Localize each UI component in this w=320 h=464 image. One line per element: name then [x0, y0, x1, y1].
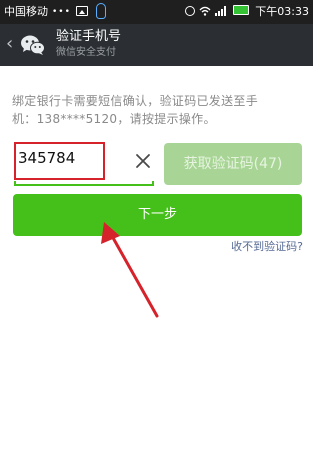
page-subtitle: 微信安全支付 — [56, 47, 116, 58]
signal-icon — [215, 6, 227, 16]
description-line-2: 机：138****5120，请按提示操作。 — [12, 112, 216, 126]
wechat-logo-icon[interactable] — [20, 32, 46, 58]
description-line-1: 绑定银行卡需要短信确认，验证码已发送至手 — [12, 94, 259, 108]
qq-icon — [96, 3, 106, 19]
get-code-button[interactable]: 获取验证码(47) — [164, 143, 302, 185]
status-time: 下午03:33 — [255, 5, 309, 18]
annotation-highlight-box — [14, 142, 105, 180]
next-button[interactable]: 下一步 — [13, 194, 302, 236]
main-content: 绑定银行卡需要短信确认，验证码已发送至手 机：138****5120，请按提示操… — [0, 66, 313, 464]
input-underline — [14, 181, 154, 186]
signal-dots: ••• — [52, 7, 71, 17]
page-title: 验证手机号 — [56, 29, 122, 44]
back-button[interactable]: ‹ — [6, 34, 13, 54]
image-icon — [76, 6, 88, 16]
carrier-name: 中国移动 — [4, 5, 48, 18]
app-header: ‹ 验证手机号 微信安全支付 — [0, 24, 313, 66]
close-icon[interactable] — [134, 152, 152, 170]
status-bar: 中国移动 ••• 下午03:33 — [0, 0, 313, 24]
alarm-icon — [185, 6, 196, 16]
status-right-group: 下午03:33 — [182, 0, 309, 24]
battery-icon — [232, 5, 249, 15]
wifi-icon — [199, 6, 211, 16]
no-code-link[interactable]: 收不到验证码? — [231, 238, 303, 254]
